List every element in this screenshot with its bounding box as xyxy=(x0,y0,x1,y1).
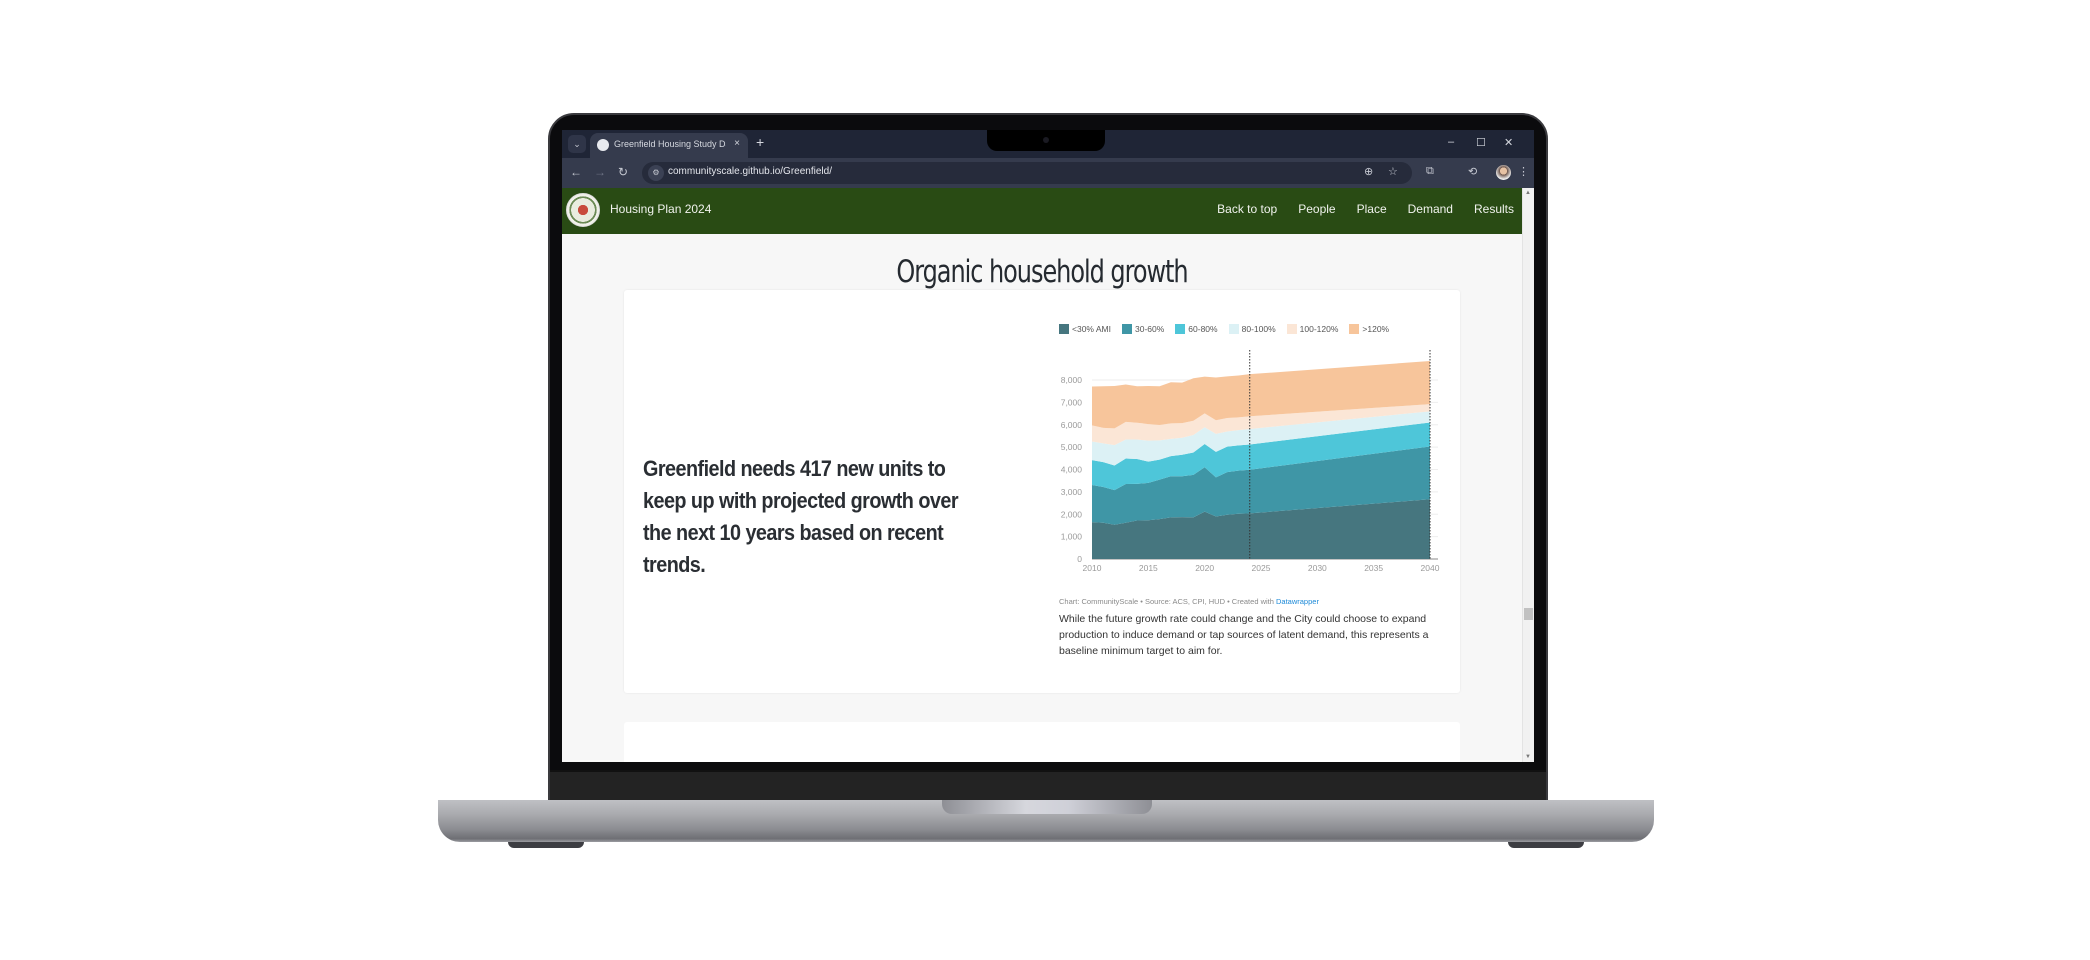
legend-label: <30% AMI xyxy=(1072,324,1111,334)
next-card xyxy=(624,722,1460,762)
legend-label: >120% xyxy=(1362,324,1390,334)
legend-label: 80-100% xyxy=(1241,324,1276,334)
x-tick-label: 2015 xyxy=(1139,563,1158,573)
browser-toolbar: ← → ↻ ⚙ communityscale.github.io/Greenfi… xyxy=(562,158,1534,188)
nav-link-demand[interactable]: Demand xyxy=(1408,202,1453,216)
site-navbar: Housing Plan 2024 Back to top People Pla… xyxy=(562,188,1522,234)
page-scrollbar[interactable]: ▲ ▼ xyxy=(1522,188,1534,762)
y-tick-label: 0 xyxy=(1077,554,1082,564)
legend-label: 100-120% xyxy=(1299,324,1339,334)
y-tick-label: 1,000 xyxy=(1061,532,1083,542)
legend-item: 60-80% xyxy=(1175,324,1218,334)
window-close-button[interactable]: ✕ xyxy=(1504,136,1513,149)
legend-label: 30-60% xyxy=(1134,324,1165,334)
y-tick-label: 8,000 xyxy=(1061,375,1083,385)
laptop-foot-right xyxy=(1508,842,1584,848)
y-tick-label: 4,000 xyxy=(1061,465,1083,475)
back-button[interactable]: ← xyxy=(570,165,582,179)
url-text[interactable]: communityscale.github.io/Greenfield/ xyxy=(668,166,832,177)
address-bar[interactable]: ⚙ communityscale.github.io/Greenfield/ ⊕… xyxy=(642,162,1412,184)
growth-headline: Greenfield needs 417 new units to keep u… xyxy=(643,456,959,577)
y-tick-label: 6,000 xyxy=(1061,420,1083,430)
chart-legend: <30% AMI 30-60% 60-80% 80-100% 100-120% >120% xyxy=(1059,324,1389,334)
site-favicon-icon xyxy=(597,139,609,151)
legend-swatch xyxy=(1175,324,1186,334)
nav-link-back-to-top[interactable]: Back to top xyxy=(1217,202,1277,216)
scroll-down-arrow-icon[interactable]: ▼ xyxy=(1525,754,1531,760)
x-tick-label: 2035 xyxy=(1364,563,1383,573)
legend-swatch xyxy=(1228,324,1239,334)
legend-label: 60-80% xyxy=(1188,324,1218,334)
tab-title: Greenfield Housing Study Dashboard xyxy=(614,139,726,149)
laptop-mockup: ⌄ Greenfield Housing Study Dashboard × +… xyxy=(0,0,2090,960)
tab-close-icon[interactable]: × xyxy=(734,138,740,149)
growth-card: Greenfield needs 417 new units to keep u… xyxy=(624,290,1460,693)
legend-swatch xyxy=(1059,324,1069,334)
legend-swatch xyxy=(1121,324,1132,334)
datawrapper-link[interactable]: Datawrapper xyxy=(1276,597,1319,606)
reload-button[interactable]: ↻ xyxy=(618,165,628,179)
city-seal-logo[interactable] xyxy=(566,193,600,227)
camera-notch xyxy=(987,130,1105,151)
household-growth-chart: 0 1,000 2,000 3,000 4,000 5,000 6,000 7,000 8,00… xyxy=(1061,350,1440,573)
page-viewport: Housing Plan 2024 Back to top People Pla… xyxy=(562,188,1534,762)
y-tick-label: 5,000 xyxy=(1061,442,1083,452)
x-tick-label: 2020 xyxy=(1195,563,1214,573)
camera-icon xyxy=(1043,137,1049,143)
source-text: Chart: CommunityScale • Source: ACS, CPI… xyxy=(1059,597,1276,606)
browser-window: ⌄ Greenfield Housing Study Dashboard × +… xyxy=(562,130,1534,762)
y-tick-label: 3,000 xyxy=(1061,487,1083,497)
scrollbar-thumb[interactable] xyxy=(1524,608,1533,620)
x-tick-label: 2040 xyxy=(1421,563,1440,573)
active-tab[interactable]: Greenfield Housing Study Dashboard × xyxy=(590,133,748,158)
x-tick-label: 2010 xyxy=(1083,563,1102,573)
y-tick-label: 2,000 xyxy=(1061,509,1083,519)
laptop-foot-left xyxy=(508,842,584,848)
legend-item: <30% AMI xyxy=(1059,324,1111,334)
legend-swatch xyxy=(1286,324,1297,334)
nav-link-results[interactable]: Results xyxy=(1474,202,1514,216)
site-nav-links: Back to top People Place Demand Results xyxy=(1217,202,1514,216)
nav-link-people[interactable]: People xyxy=(1298,202,1335,216)
extensions-icon[interactable]: ⧉ xyxy=(1426,165,1434,178)
extension-icon[interactable]: ⟲ xyxy=(1468,165,1477,178)
minimize-button[interactable]: – xyxy=(1448,136,1454,148)
x-tick-label: 2025 xyxy=(1252,563,1271,573)
chart-caption: While the future growth rate could chang… xyxy=(1059,613,1429,657)
legend-item: 30-60% xyxy=(1121,324,1165,334)
bookmark-star-icon[interactable]: ☆ xyxy=(1388,165,1398,178)
browser-menu-icon[interactable]: ⋮ xyxy=(1518,165,1529,178)
legend-item: >120% xyxy=(1349,324,1389,334)
site-settings-icon[interactable]: ⚙ xyxy=(648,165,664,181)
legend-item: 100-120% xyxy=(1286,324,1339,334)
profile-avatar[interactable] xyxy=(1496,165,1511,180)
scroll-up-arrow-icon[interactable]: ▲ xyxy=(1525,190,1531,196)
zoom-icon[interactable]: ⊕ xyxy=(1364,165,1373,178)
chart-source-note: Chart: CommunityScale • Source: ACS, CPI… xyxy=(1059,597,1319,606)
y-tick-label: 7,000 xyxy=(1061,397,1083,407)
x-tick-label: 2030 xyxy=(1308,563,1327,573)
legend-swatch xyxy=(1349,324,1360,334)
new-tab-button[interactable]: + xyxy=(756,134,764,150)
laptop-thumb-notch xyxy=(942,800,1152,814)
site-brand[interactable]: Housing Plan 2024 xyxy=(610,202,711,216)
maximize-button[interactable]: ☐ xyxy=(1476,136,1486,149)
legend-item: 80-100% xyxy=(1228,324,1276,334)
section-title: Organic household growth xyxy=(896,254,1188,290)
forward-button[interactable]: → xyxy=(594,165,606,179)
tab-search-button[interactable]: ⌄ xyxy=(568,135,586,153)
nav-link-place[interactable]: Place xyxy=(1357,202,1387,216)
